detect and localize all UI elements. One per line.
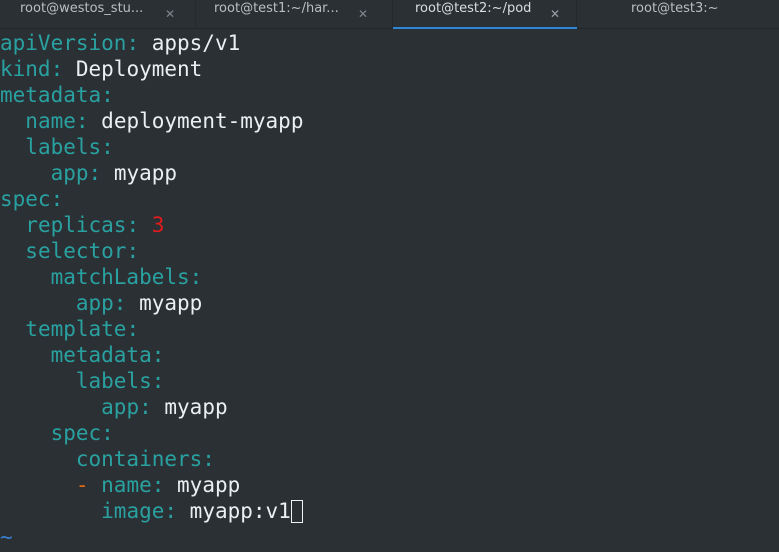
close-icon[interactable]: ✕ [165, 7, 175, 21]
tab-label: root@test2:~/pod [415, 1, 532, 16]
terminal-editor[interactable]: apiVersion: apps/v1 kind: Deployment metad… [0, 30, 779, 552]
yaml-key: app [101, 395, 140, 419]
yaml-key: metadata [0, 83, 102, 107]
editor-line: template: [0, 316, 779, 342]
yaml-key: spec [50, 421, 102, 445]
yaml-key: replicas [25, 213, 127, 237]
editor-line: labels: [0, 368, 779, 394]
yaml-key: containers [75, 447, 203, 471]
editor-line: selector: [0, 238, 779, 264]
yaml-value: 3 [151, 213, 165, 237]
yaml-key: name [101, 473, 152, 497]
yaml-separator: : [101, 421, 114, 445]
tab-test3[interactable]: root@test3:~ [577, 0, 779, 29]
yaml-key: image [101, 499, 165, 523]
yaml-separator: : [164, 499, 190, 523]
close-icon[interactable]: ✕ [550, 7, 560, 21]
yaml-value: myapp [164, 395, 228, 419]
yaml-separator: : [189, 265, 203, 289]
editor-line: spec: [0, 186, 779, 212]
editor-line: kind: Deployment [0, 56, 779, 82]
yaml-value: myapp [139, 291, 203, 315]
list-dash: - [75, 473, 102, 497]
yaml-key: metadata [50, 343, 152, 367]
yaml-value: myapp [177, 473, 241, 497]
yaml-separator: : [126, 239, 140, 263]
editor-line: metadata: [0, 342, 779, 368]
yaml-value: myapp [113, 161, 178, 185]
yaml-separator: : [50, 187, 64, 211]
editor-line: spec: [0, 420, 779, 446]
yaml-separator: : [126, 317, 140, 341]
editor-line: apiVersion: apps/v1 [0, 30, 779, 56]
yaml-separator: : [50, 57, 76, 81]
yaml-key: labels [75, 369, 152, 393]
editor-line: - name: myapp [0, 472, 779, 498]
yaml-key: app [50, 161, 89, 185]
tab-westos-stu[interactable]: root@westos_stu... ✕ [0, 0, 196, 29]
yaml-separator: : [126, 31, 152, 55]
yaml-separator: : [151, 343, 165, 367]
yaml-value: apps/v1 [151, 31, 241, 55]
yaml-separator: : [151, 369, 165, 393]
editor-line: metadata: [0, 82, 779, 108]
yaml-separator: : [139, 395, 165, 419]
tab-test2-active[interactable]: root@test2:~/pod ✕ [393, 0, 577, 29]
editor-line: app: myapp [0, 394, 779, 420]
editor-line: app: myapp [0, 160, 779, 186]
yaml-separator: : [101, 83, 114, 107]
yaml-value: deployment-myapp [101, 109, 304, 133]
yaml-key: kind [0, 57, 51, 81]
yaml-separator: : [88, 161, 114, 185]
yaml-key: labels [25, 135, 102, 159]
editor-line: name: deployment-myapp [0, 108, 779, 134]
yaml-key: template [25, 317, 127, 341]
yaml-separator: : [75, 109, 102, 133]
empty-buffer-tilde: ~ [0, 525, 13, 549]
yaml-key: selector [25, 239, 127, 263]
active-tab-indicator [393, 27, 577, 29]
yaml-value: Deployment [75, 57, 203, 81]
tab-label: root@test1:~/har... [214, 1, 339, 16]
tab-bar: root@westos_stu... ✕ root@test1:~/har...… [0, 0, 779, 29]
tab-label: root@westos_stu... [20, 1, 144, 16]
yaml-value: myapp:v1 [189, 499, 291, 523]
yaml-key: name [25, 109, 76, 133]
editor-line: labels: [0, 134, 779, 160]
yaml-key: app [75, 291, 114, 315]
yaml-separator: : [151, 473, 178, 497]
editor-line: image: myapp:v1 [0, 498, 779, 524]
yaml-separator: : [126, 213, 152, 237]
yaml-separator: : [101, 135, 114, 159]
yaml-separator: : [202, 447, 215, 471]
tab-label: root@test3:~ [631, 1, 719, 16]
tab-test1[interactable]: root@test1:~/har... ✕ [196, 0, 393, 29]
yaml-key: matchLabels [50, 265, 190, 289]
text-cursor [290, 500, 303, 523]
yaml-separator: : [113, 291, 140, 315]
yaml-key: apiVersion [0, 31, 127, 55]
editor-line: replicas: 3 [0, 212, 779, 238]
editor-line: matchLabels: [0, 264, 779, 290]
editor-line: app: myapp [0, 290, 779, 316]
editor-line: containers: [0, 446, 779, 472]
close-icon[interactable]: ✕ [358, 7, 368, 21]
yaml-key: spec [0, 187, 51, 211]
